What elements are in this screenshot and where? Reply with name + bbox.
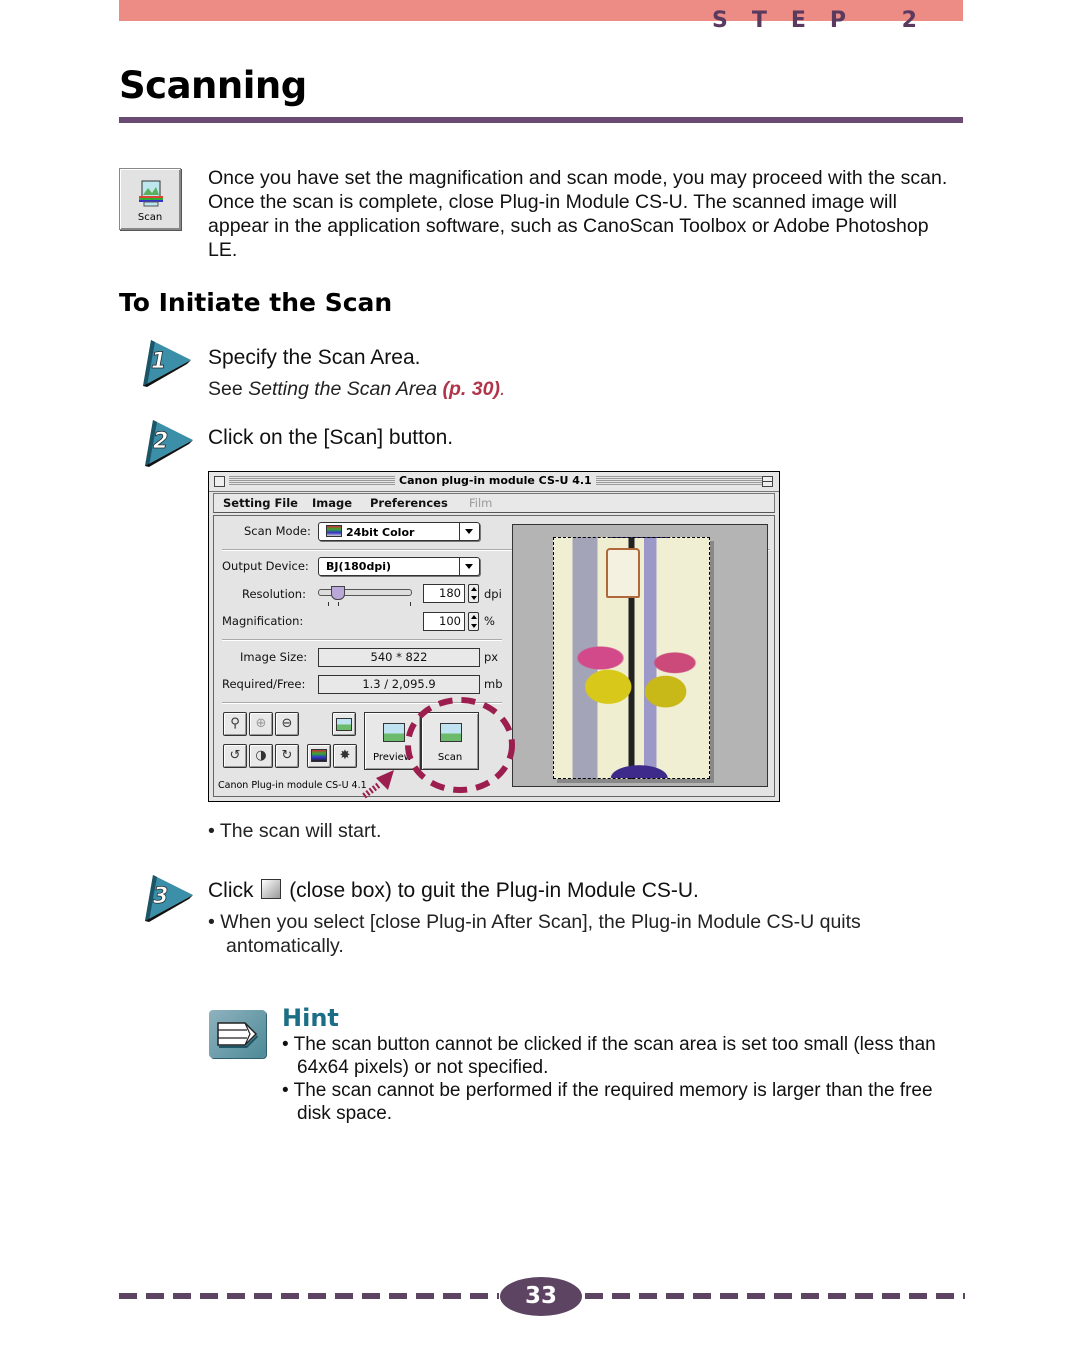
color-settings-icon <box>311 749 327 762</box>
magnification-label: Magnification: <box>222 614 304 628</box>
menu-bar: Setting File Image Preferences Film <box>213 493 775 513</box>
step-2-arrow-icon: 2 <box>145 420 193 467</box>
section-title: To Initiate the Scan <box>119 288 393 317</box>
footer-dashes-left <box>119 1293 499 1299</box>
zoom-in-button[interactable]: ⊕ <box>249 712 273 736</box>
window-title: Canon plug-in module CS-U 4.1 <box>395 474 596 487</box>
magnification-unit: % <box>484 614 495 628</box>
mirror-button[interactable]: ◑ <box>249 744 273 768</box>
image-size-unit: px <box>484 650 499 664</box>
preview-photo[interactable] <box>553 537 710 779</box>
page-reference-link[interactable]: (p. 30) <box>443 378 500 400</box>
hint-item: • The scan cannot be performed if the re… <box>282 1080 933 1124</box>
preview-button-label: Preview <box>373 752 412 763</box>
eyedropper-icon: ✸ <box>339 748 351 763</box>
scan-icon <box>440 723 462 742</box>
step-3-bullet-line1: • When you select [close Plug-in After S… <box>208 911 861 933</box>
preview-icon <box>382 723 405 742</box>
magnification-stepper[interactable] <box>468 612 479 631</box>
step-1-sub-prefix: See <box>208 378 249 400</box>
step-3-text-before: Click <box>208 879 254 902</box>
preview-area[interactable] <box>512 524 768 787</box>
scan-mode-select[interactable]: 24bit Color <box>318 522 480 541</box>
plugin-window: Canon plug-in module CS-U 4.1 Setting Fi… <box>208 471 780 802</box>
footer-dashes-right <box>585 1293 965 1299</box>
intro-paragraph: Once you have set the magnification and … <box>208 167 948 261</box>
rotate-right-button[interactable]: ↻ <box>275 744 299 768</box>
zoom-icon: ⚲ <box>230 716 240 731</box>
scan-icon-label: Scan <box>137 212 163 223</box>
close-box-icon <box>261 879 282 899</box>
rotate-right-icon: ↻ <box>281 748 293 763</box>
window-body: Scan Mode: 24bit Color Output Device: BJ… <box>213 515 775 797</box>
step-2-text: Click on the [Scan] button. <box>208 426 454 449</box>
color-mode-icon <box>326 525 342 537</box>
scan-mode-value: 24bit Color <box>346 526 415 539</box>
output-device-label: Output Device: <box>222 559 309 573</box>
rotate-left-button[interactable]: ↺ <box>223 744 247 768</box>
step-3-bullet-line2: antomatically. <box>226 935 344 957</box>
step-2-bullet: • The scan will start. <box>208 820 382 842</box>
page-title: Scanning <box>119 64 307 107</box>
step-1-arrow-icon: 1 <box>143 340 191 387</box>
step-label: STEP 2 <box>712 8 941 33</box>
menu-image[interactable]: Image <box>312 496 352 510</box>
hint-title: Hint <box>282 1004 339 1032</box>
step-1-subtext: See Setting the Scan Area (p. 30). <box>208 378 505 401</box>
resolution-unit: dpi <box>484 587 502 601</box>
eyedropper-button[interactable]: ✸ <box>333 744 357 768</box>
step-2-number: 2 <box>153 429 168 454</box>
step-1-sub-suffix: . <box>499 378 506 400</box>
step-3-number: 3 <box>153 884 168 909</box>
hint-list: • The scan button cannot be clicked if t… <box>282 1033 962 1125</box>
chevron-down-icon <box>459 558 479 575</box>
preview-button[interactable]: Preview <box>364 712 421 770</box>
scan-button-label: Scan <box>437 752 463 763</box>
color-settings-button[interactable] <box>307 744 331 768</box>
step-3-arrow-icon: 3 <box>145 875 193 922</box>
required-free-value: 1.3 / 2,095.9 <box>318 675 480 694</box>
close-box[interactable] <box>214 476 225 487</box>
scan-button[interactable]: Scan <box>421 712 479 770</box>
window-title-bar[interactable]: Canon plug-in module CS-U 4.1 <box>209 472 779 492</box>
hint-item: • The scan button cannot be clicked if t… <box>282 1034 936 1078</box>
resolution-label: Resolution: <box>242 587 306 601</box>
scan-mode-label: Scan Mode: <box>244 524 311 538</box>
resolution-stepper[interactable] <box>468 584 479 603</box>
output-device-select[interactable]: BJ(180dpi) <box>318 557 480 576</box>
hint-pencil-icon <box>209 1010 266 1058</box>
status-bar-text: Canon Plug-in module CS-U 4.1 <box>218 780 367 791</box>
zoom-in-icon: ⊕ <box>255 716 267 731</box>
zoom-out-icon: ⊖ <box>281 716 293 731</box>
preview-image-button[interactable] <box>332 712 356 736</box>
scan-icon <box>139 180 163 207</box>
page-number: 33 <box>500 1277 582 1316</box>
chevron-down-icon <box>459 523 479 540</box>
step-1-number: 1 <box>151 349 166 374</box>
title-rule <box>119 117 963 123</box>
output-device-value: BJ(180dpi) <box>326 560 392 573</box>
image-icon <box>336 718 352 731</box>
resolution-slider-thumb[interactable] <box>331 586 345 600</box>
zoom-button[interactable]: ⚲ <box>223 712 247 736</box>
mirror-icon: ◑ <box>255 748 267 763</box>
magnification-input[interactable]: 100 <box>423 612 465 631</box>
step-3-text: Click (close box) to guit the Plug-in Mo… <box>208 879 699 903</box>
zoom-box[interactable] <box>762 476 773 487</box>
image-size-value: 540 * 822 <box>318 648 480 667</box>
step-3-text-after: (close box) to guit the Plug-in Module C… <box>289 879 699 902</box>
resolution-input[interactable]: 180 <box>423 584 465 603</box>
required-free-label: Required/Free: <box>222 677 306 691</box>
step-1-text: Specify the Scan Area. <box>208 346 421 369</box>
menu-film[interactable]: Film <box>469 496 492 510</box>
menu-preferences[interactable]: Preferences <box>370 496 448 510</box>
rotate-left-icon: ↺ <box>229 748 241 763</box>
step-1-sub-italic: Setting the Scan Area <box>248 378 438 400</box>
image-size-label: Image Size: <box>240 650 308 664</box>
zoom-out-button[interactable]: ⊖ <box>275 712 299 736</box>
lamp-post-image <box>606 548 640 598</box>
required-free-unit: mb <box>484 677 503 691</box>
scan-button-illustration: Scan <box>119 168 181 230</box>
menu-setting-file[interactable]: Setting File <box>223 496 298 510</box>
